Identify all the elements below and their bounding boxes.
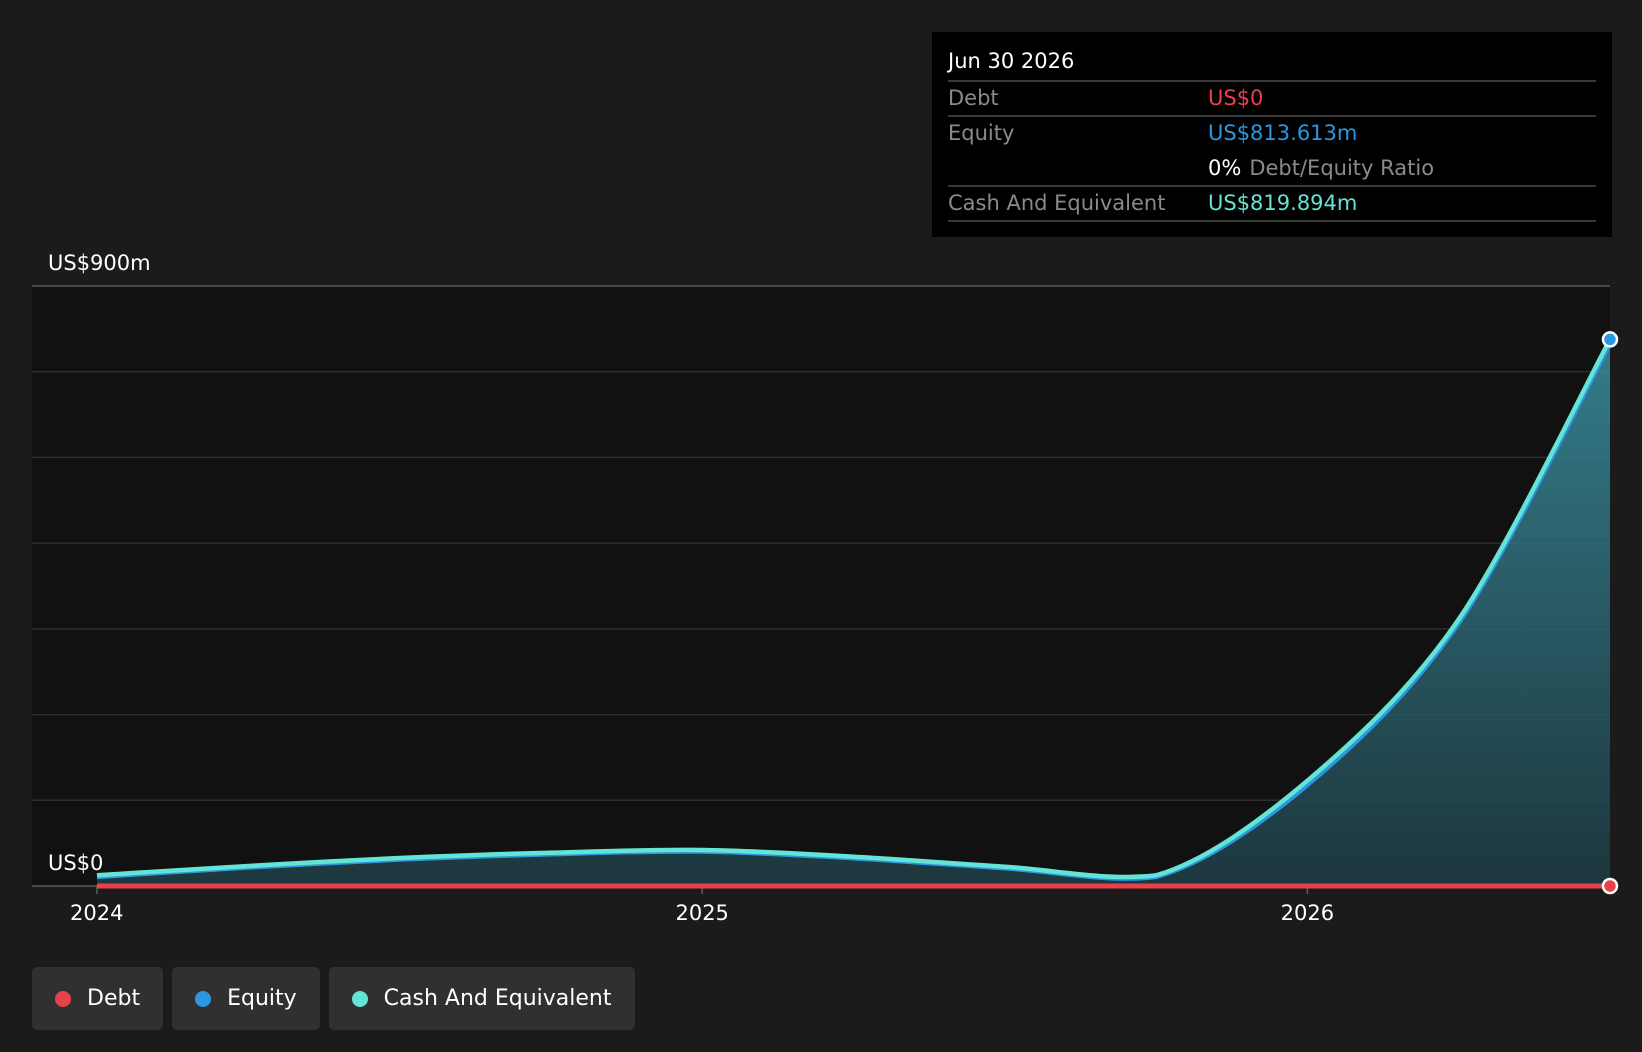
tooltip-debt-value: US$0 [1208, 86, 1264, 110]
tooltip: Jun 30 2026 Debt US$0 Equity US$813.613m… [932, 32, 1612, 237]
tooltip-cash-value: US$819.894m [1208, 191, 1358, 215]
x-tick-label: 2026 [1281, 901, 1334, 925]
legend: Debt Equity Cash And Equivalent [32, 967, 635, 1030]
tooltip-equity-value: US$813.613m [1208, 121, 1358, 145]
legend-label-equity: Equity [227, 986, 297, 1011]
tooltip-ratio-spacer [948, 152, 1208, 185]
cash-endpoint-marker [1601, 331, 1619, 348]
tooltip-cash-label: Cash And Equivalent [948, 191, 1166, 215]
y-tick-label: US$900m [48, 251, 151, 275]
legend-label-cash: Cash And Equivalent [383, 986, 612, 1011]
legend-item-debt[interactable]: Debt [32, 967, 164, 1030]
x-tick-label: 2025 [675, 901, 728, 925]
debt-endpoint-marker [1601, 877, 1619, 895]
tooltip-ratio-value: 0% [1208, 156, 1242, 180]
tooltip-ratio-row: 0% Debt/Equity Ratio [948, 150, 1596, 185]
cash-dot-icon [351, 990, 368, 1007]
tooltip-cash-row: Cash And Equivalent US$819.894m [948, 185, 1596, 222]
legend-item-equity[interactable]: Equity [172, 967, 320, 1030]
tooltip-debt-row: Debt US$0 [948, 80, 1596, 115]
x-axis-labels: 2024 2025 2026 [70, 901, 1334, 925]
equity-dot-icon [195, 990, 212, 1007]
tooltip-ratio-label: Debt/Equity Ratio [1249, 156, 1435, 180]
x-tick-label: 2024 [70, 901, 123, 925]
legend-item-cash[interactable]: Cash And Equivalent [328, 967, 635, 1030]
tooltip-equity-label: Equity [948, 121, 1015, 145]
debt-dot-icon [55, 990, 71, 1007]
y-tick-label: US$0 [48, 851, 103, 875]
tooltip-equity-row: Equity US$813.613m [948, 115, 1596, 150]
tooltip-debt-label: Debt [948, 86, 999, 110]
legend-label-debt: Debt [87, 986, 141, 1011]
tooltip-date: Jun 30 2026 [948, 49, 1075, 73]
